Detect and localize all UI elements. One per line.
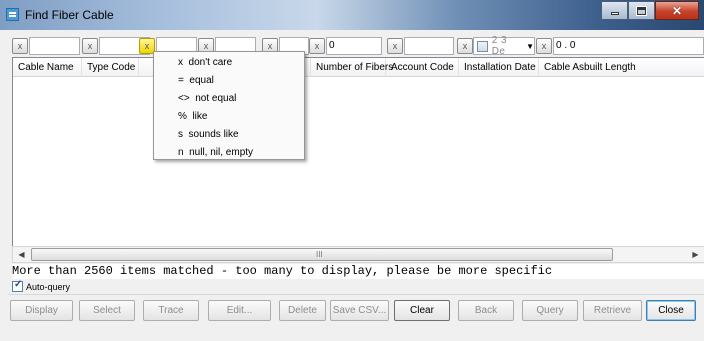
app-icon [6,8,19,21]
filter-op-cable-name[interactable]: x [12,38,28,54]
filter-op-cable-asbuilt-length[interactable]: x [536,38,552,54]
filter-row: x x x x x x 0 x x 2 3 De ▼ x 0 . 0 [12,35,704,57]
trace-button[interactable]: Trace [143,300,199,321]
menu-item-equal[interactable]: = equal [154,72,304,90]
filter-op-installation-date[interactable]: x [457,38,473,54]
filter-op-account-code[interactable]: x [387,38,403,54]
find-fiber-cable-window: Find Fiber Cable ✕ x x x x x x 0 x x 2 3… [0,0,704,341]
menu-item-not-equal[interactable]: <> not equal [154,90,304,108]
button-bar: Display Select Trace Edit... Delete Save… [0,300,704,322]
retrieve-button[interactable]: Retrieve [583,300,642,321]
autoquery-checkbox[interactable] [12,279,23,292]
maximize-icon [636,5,647,16]
scroll-grip-icon: III [316,250,323,259]
menu-item-sounds-like[interactable]: s sounds like [154,126,304,144]
status-message: More than 2560 items matched - too many … [12,264,704,279]
query-button[interactable]: Query [522,300,578,321]
menu-item-like[interactable]: % like [154,108,304,126]
column-header-installation-date[interactable]: Installation Date [459,58,539,77]
filter-date-picker[interactable]: 2 3 De ▼ [473,35,535,57]
back-button[interactable]: Back [458,300,514,321]
column-header-number-of-fibers[interactable]: Number of Fibers [311,58,393,77]
column-header-cable-asbuilt-length[interactable]: Cable Asbuilt Length [539,58,704,77]
window-controls: ✕ [601,1,699,20]
title-bar[interactable]: Find Fiber Cable ✕ [0,0,704,30]
divider [8,294,704,295]
minimize-button[interactable] [601,1,628,20]
results-grid[interactable]: Cable Name Type Code Number of Fibers Ac… [12,57,704,247]
display-button[interactable]: Display [10,300,73,321]
dropdown-arrow-icon[interactable]: ▼ [526,42,534,51]
filter-input-number-of-fibers[interactable]: 0 [326,37,382,55]
scroll-left-icon[interactable]: ◀ [13,247,30,262]
filter-input-account-code[interactable] [404,37,454,55]
minimize-icon [610,12,619,15]
save-csv-button[interactable]: Save CSV... [330,300,389,321]
delete-button[interactable]: Delete [279,300,326,321]
filter-op-number-of-fibers[interactable]: x [309,38,325,54]
close-button[interactable]: Close [646,300,696,321]
operator-dropdown-menu: x don't care = equal <> not equal % like… [153,51,305,160]
close-icon: ✕ [671,3,683,18]
scrollbar-thumb[interactable]: III [31,248,613,261]
column-header-type-code[interactable]: Type Code [82,58,139,77]
date-enable-checkbox[interactable] [477,40,488,52]
edit-button[interactable]: Edit... [208,300,271,321]
grid-header: Cable Name Type Code Number of Fibers Ac… [13,58,704,77]
autoquery-label: Auto-query [26,281,71,292]
window-title: Find Fiber Cable [25,8,114,22]
horizontal-scrollbar[interactable]: ◀ III ▶ [12,246,704,263]
filter-input-cable-asbuilt-length[interactable]: 0 . 0 [553,37,704,55]
filter-op-type-code[interactable]: x [82,38,98,54]
select-button[interactable]: Select [79,300,135,321]
maximize-button[interactable] [628,1,655,20]
column-header-cable-name[interactable]: Cable Name [13,58,82,77]
close-window-button[interactable]: ✕ [655,1,699,20]
autoquery-toggle[interactable]: Auto-query [12,279,71,292]
filter-input-cable-name[interactable] [29,37,80,55]
menu-item-dont-care[interactable]: x don't care [154,54,304,72]
column-header-account-code[interactable]: Account Code [386,58,459,77]
menu-item-null[interactable]: n null, nil, empty [154,144,304,162]
scroll-right-icon[interactable]: ▶ [687,247,704,262]
clear-button[interactable]: Clear [394,300,450,321]
date-value: 2 3 De [491,35,508,57]
